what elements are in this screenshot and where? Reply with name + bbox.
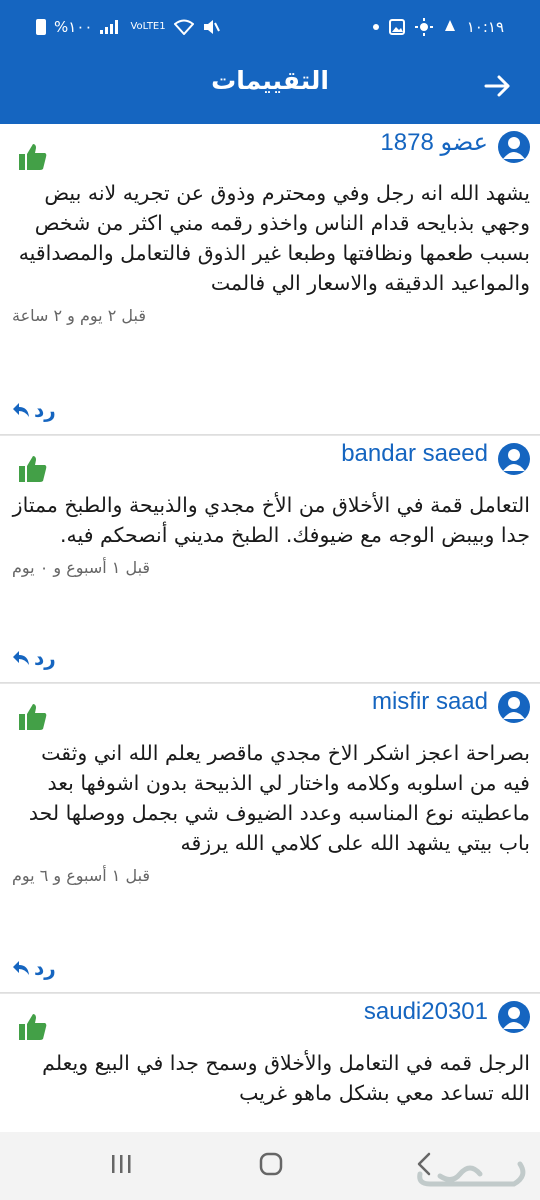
- review-header: bandar saeed: [0, 436, 540, 486]
- app-bar: التقييمات: [0, 58, 540, 124]
- gallery-icon: [388, 19, 405, 35]
- dot-icon: [372, 24, 379, 30]
- review-card: saudi20301 الرجل قمه في التعامل والأخلاق…: [0, 993, 540, 1132]
- review-card: misfir saad بصراحة اعجز اشكر الاخ مجدي م…: [0, 683, 540, 993]
- battery-level: %١٠٠: [54, 18, 93, 36]
- status-bar: %١٠٠ VoLTE1 ١٠:١٩: [0, 0, 540, 58]
- wifi-icon: [173, 19, 194, 35]
- review-card: عضو 1878 يشهد الله انه رجل وفي ومحترم وذ…: [0, 124, 540, 435]
- reply-label: رد: [34, 398, 56, 422]
- review-time: قبل ٢ يوم و ٢ ساعة: [12, 306, 146, 325]
- review-user-name[interactable]: عضو 1878: [380, 128, 488, 157]
- review-header: misfir saad: [0, 684, 540, 734]
- reply-arrow-icon: [13, 651, 29, 665]
- arrow-right-icon[interactable]: [482, 70, 514, 102]
- signal-icon: [100, 20, 119, 34]
- review-text: يشهد الله انه رجل وفي ومحترم وذوق عن تجر…: [18, 181, 530, 295]
- thumbs-up-icon[interactable]: [18, 142, 48, 172]
- review-text: التعامل قمة في الأخلاق من الأخ مجدي والذ…: [12, 493, 530, 547]
- reply-label: رد: [34, 646, 56, 670]
- review-text: الرجل قمه في التعامل والأخلاق وسمح جدا ف…: [42, 1051, 530, 1105]
- battery-icon: [36, 19, 46, 35]
- reply-button[interactable]: رد: [12, 646, 56, 670]
- user-circle-icon: [498, 1001, 530, 1033]
- status-right: ١٠:١٩: [372, 18, 504, 36]
- user-circle-icon: [498, 443, 530, 475]
- brightness-icon: [414, 18, 433, 36]
- thumbs-up-icon[interactable]: [18, 454, 48, 484]
- review-header: saudi20301: [0, 994, 540, 1044]
- page-title: التقييمات: [211, 66, 329, 95]
- user-circle-icon: [498, 691, 530, 723]
- recents-icon[interactable]: [110, 1154, 132, 1174]
- reply-label: رد: [34, 956, 56, 980]
- reply-arrow-icon: [13, 961, 29, 975]
- thumbs-up-icon[interactable]: [18, 1012, 48, 1042]
- notification-icon: [444, 20, 455, 31]
- home-icon[interactable]: [259, 1152, 283, 1176]
- status-left: %١٠٠ VoLTE1: [36, 18, 220, 36]
- review-user-name[interactable]: saudi20301: [364, 998, 488, 1026]
- system-nav-bar: [0, 1132, 540, 1200]
- review-time: قبل ١ أسبوع و ٠ يوم: [12, 558, 151, 577]
- review-time: قبل ١ أسبوع و ٦ يوم: [12, 866, 151, 885]
- review-user-name[interactable]: misfir saad: [372, 688, 488, 716]
- reply-button[interactable]: رد: [12, 956, 56, 980]
- clock: ١٠:١٩: [466, 18, 504, 36]
- mute-icon: [203, 20, 220, 34]
- haraj-logo-icon: [417, 1161, 526, 1187]
- reviews-list[interactable]: عضو 1878 يشهد الله انه رجل وفي ومحترم وذ…: [0, 124, 540, 1132]
- review-user-name[interactable]: bandar saeed: [341, 440, 488, 468]
- review-header: عضو 1878: [0, 124, 540, 174]
- volte-label: VoLTE1: [130, 21, 166, 32]
- user-circle-icon: [498, 131, 530, 163]
- review-text: بصراحة اعجز اشكر الاخ مجدي ماقصر يعلم ال…: [28, 741, 530, 855]
- reply-arrow-icon: [13, 403, 29, 417]
- reply-button[interactable]: رد: [12, 398, 56, 422]
- thumbs-up-icon[interactable]: [18, 702, 48, 732]
- review-card: bandar saeed التعامل قمة في الأخلاق من ا…: [0, 435, 540, 683]
